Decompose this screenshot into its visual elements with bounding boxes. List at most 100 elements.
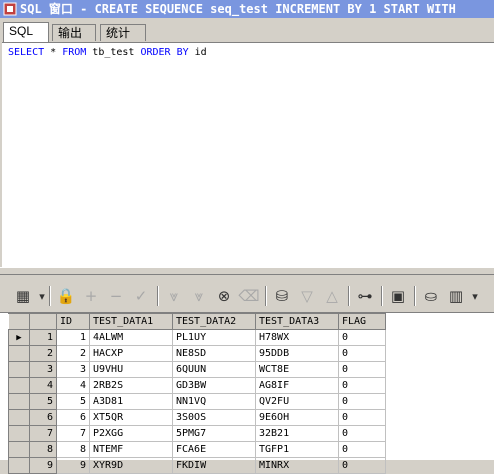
row-number[interactable]: 1	[29, 329, 57, 346]
table-cell[interactable]: 3	[56, 361, 90, 378]
splitter[interactable]	[0, 267, 494, 275]
table-cell[interactable]: 5PMG7	[172, 425, 256, 442]
table-cell[interactable]: PL1UY	[172, 329, 256, 346]
table-row[interactable]: 6 6 XT5QR 3S0OS 9E6OH 0	[8, 409, 386, 426]
table-cell[interactable]: 6QUUN	[172, 361, 256, 378]
row-number[interactable]: 3	[29, 361, 57, 378]
next-record-icon[interactable]: △	[321, 285, 343, 307]
table-cell[interactable]: 0	[338, 425, 386, 442]
sql-text-token: tb_test	[86, 47, 141, 58]
table-cell[interactable]: 0	[338, 345, 386, 362]
sql-editor[interactable]: SELECT * FROM tb_test ORDER BY id	[2, 42, 494, 267]
table-cell[interactable]: NE8SD	[172, 345, 256, 362]
tree-view-icon[interactable]: ⊶	[354, 285, 376, 307]
query-by-example-icon[interactable]: ⛁	[271, 285, 293, 307]
row-indicator[interactable]	[8, 425, 30, 442]
table-row[interactable]: ▶ 1 1 4ALWM PL1UY H78WX 0	[8, 329, 386, 346]
fetch-next-icon[interactable]: ⩔	[163, 285, 185, 307]
row-indicator[interactable]	[8, 393, 30, 410]
table-cell[interactable]: NTEMF	[89, 441, 173, 458]
table-row[interactable]: 7 7 P2XGG 5PMG7 32B21 0	[8, 425, 386, 442]
row-number[interactable]: 7	[29, 425, 57, 442]
row-indicator[interactable]	[8, 361, 30, 378]
row-indicator[interactable]	[8, 345, 30, 362]
lock-icon[interactable]: 🔒	[55, 285, 77, 307]
chart-dropdown-icon[interactable]: ▾	[470, 285, 480, 307]
eraser-icon[interactable]: ⌫	[238, 285, 260, 307]
table-cell[interactable]: AG8IF	[255, 377, 339, 394]
table-cell[interactable]: 1	[56, 329, 90, 346]
table-cell[interactable]: HACXP	[89, 345, 173, 362]
save-icon[interactable]: ▣	[387, 285, 409, 307]
check-icon[interactable]: ✓	[130, 285, 152, 307]
table-cell[interactable]: NN1VQ	[172, 393, 256, 410]
table-cell[interactable]: 2	[56, 345, 90, 362]
table-cell[interactable]: 0	[338, 377, 386, 394]
table-cell[interactable]: 3S0OS	[172, 409, 256, 426]
chart-icon[interactable]: ▥	[445, 285, 467, 307]
table-cell[interactable]: QV2FU	[255, 393, 339, 410]
table-cell[interactable]: 2RB2S	[89, 377, 173, 394]
table-cell[interactable]: H78WX	[255, 329, 339, 346]
sql-text-token: id	[188, 47, 207, 58]
column-header-id[interactable]: ID	[56, 313, 90, 330]
table-row[interactable]: 5 5 A3D81 NN1VQ QV2FU 0	[8, 393, 386, 410]
table-header-row: ID TEST_DATA1 TEST_DATA2 TEST_DATA3 FLAG	[8, 313, 386, 330]
table-cell[interactable]: 0	[338, 409, 386, 426]
row-indicator[interactable]: ▶	[8, 329, 30, 346]
row-number[interactable]: 2	[29, 345, 57, 362]
table-cell[interactable]: P2XGG	[89, 425, 173, 442]
grid-layout-icon[interactable]: ▦	[12, 285, 34, 307]
tab-sql[interactable]: SQL	[3, 22, 49, 42]
binoculars-icon[interactable]: ⊗	[213, 285, 235, 307]
table-row[interactable]: 2 2 HACXP NE8SD 95DDB 0	[8, 345, 386, 362]
tab-output[interactable]: 输出	[52, 24, 96, 41]
table-cell[interactable]: 4ALWM	[89, 329, 173, 346]
plus-icon[interactable]: +	[80, 285, 102, 307]
column-header-test-data2[interactable]: TEST_DATA2	[172, 313, 256, 330]
table-row[interactable]: 8 8 NTEMF FCA6E TGFP1 0	[8, 441, 386, 458]
table-cell[interactable]: 0	[338, 441, 386, 458]
table-cell[interactable]: XT5QR	[89, 409, 173, 426]
row-indicator[interactable]	[8, 377, 30, 394]
table-cell[interactable]: 6	[56, 409, 90, 426]
toolbar-separator	[265, 286, 267, 306]
previous-record-icon[interactable]: ▽	[296, 285, 318, 307]
table-cell[interactable]: 0	[338, 361, 386, 378]
table-cell[interactable]: TGFP1	[255, 441, 339, 458]
column-header-flag[interactable]: FLAG	[338, 313, 386, 330]
table-cell[interactable]: 0	[338, 329, 386, 346]
result-grid[interactable]: ID TEST_DATA1 TEST_DATA2 TEST_DATA3 FLAG ▶ 1 1…	[0, 312, 494, 474]
table-cell[interactable]: 5	[56, 393, 90, 410]
sql-keyword: SELECT	[8, 47, 45, 58]
table-cell[interactable]: FCA6E	[172, 441, 256, 458]
row-number[interactable]: 8	[29, 441, 57, 458]
column-header-test-data3[interactable]: TEST_DATA3	[255, 313, 339, 330]
table-cell[interactable]: GD3BW	[172, 377, 256, 394]
fetch-last-icon[interactable]: ⩔	[188, 285, 210, 307]
row-indicator[interactable]	[8, 409, 30, 426]
dropdown-arrow-icon[interactable]: ▾	[37, 285, 47, 307]
database-icon	[3, 2, 17, 16]
table-cell[interactable]: 4	[56, 377, 90, 394]
table-cell[interactable]: WCT8E	[255, 361, 339, 378]
table-cell[interactable]: 0	[338, 393, 386, 410]
row-number[interactable]: 4	[29, 377, 57, 394]
minus-icon[interactable]: −	[105, 285, 127, 307]
table-cell[interactable]: 9E6OH	[255, 409, 339, 426]
table-row[interactable]: 4 4 2RB2S GD3BW AG8IF 0	[8, 377, 386, 394]
tab-statistics[interactable]: 统计表	[100, 24, 146, 57]
table-cell[interactable]: 8	[56, 441, 90, 458]
row-number[interactable]: 5	[29, 393, 57, 410]
table-cell[interactable]: 32B21	[255, 425, 339, 442]
row-indicator[interactable]	[8, 441, 30, 458]
table-cell[interactable]: 95DDB	[255, 345, 339, 362]
sql-text[interactable]: SELECT * FROM tb_test ORDER BY id	[8, 47, 207, 58]
table-cell[interactable]: 7	[56, 425, 90, 442]
column-header-test-data1[interactable]: TEST_DATA1	[89, 313, 173, 330]
table-row[interactable]: 3 3 U9VHU 6QUUN WCT8E 0	[8, 361, 386, 378]
table-cell[interactable]: U9VHU	[89, 361, 173, 378]
export-icon[interactable]: ⛀	[420, 285, 442, 307]
table-cell[interactable]: A3D81	[89, 393, 173, 410]
row-number[interactable]: 6	[29, 409, 57, 426]
